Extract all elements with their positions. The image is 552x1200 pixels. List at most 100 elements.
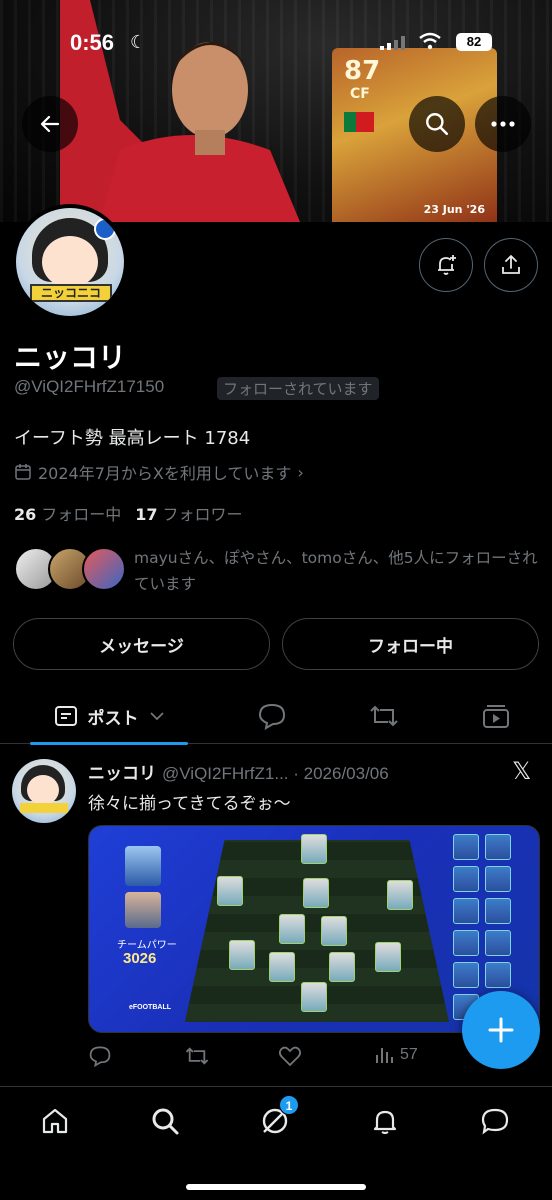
reply-icon — [89, 1046, 111, 1067]
messages-icon — [481, 1108, 509, 1135]
team-power-value: 3026 — [123, 950, 157, 967]
reply-icon — [258, 703, 286, 730]
card-position: CF — [350, 86, 370, 102]
reply-button[interactable] — [88, 1045, 112, 1067]
posts-icon — [54, 706, 77, 726]
post-actions: 57 — [88, 1045, 428, 1075]
user-handle: @ViQI2FHrfZ17150 — [14, 377, 165, 396]
reserve-thumb — [453, 866, 479, 892]
player-thumb — [301, 982, 327, 1012]
manager-portrait — [125, 892, 161, 928]
player-thumb — [279, 914, 305, 944]
club-badge-icon — [94, 218, 116, 240]
player-thumb — [303, 878, 329, 908]
share-profile-button[interactable] — [484, 238, 538, 292]
views-icon — [376, 1048, 393, 1063]
player-thumb — [375, 942, 401, 972]
more-icon — [491, 121, 515, 127]
compose-post-button[interactable] — [462, 991, 540, 1069]
home-indicator — [186, 1184, 366, 1190]
bottom-navigation: 1 — [0, 1086, 552, 1200]
like-button[interactable] — [278, 1045, 302, 1067]
display-name: ニッコリ — [14, 341, 127, 374]
nav-search[interactable] — [137, 1101, 193, 1141]
more-options-button[interactable] — [475, 96, 531, 152]
team-crest — [125, 846, 161, 886]
following-count-link[interactable]: 26 フォロー中 — [14, 501, 121, 525]
followers-you-know[interactable]: mayuさん、ぽやさん、tomoさん、他5人にフォローされています — [14, 545, 544, 597]
profile-bio: イーフト勢 最高レート 1784 — [14, 428, 251, 449]
player-thumb — [229, 940, 255, 970]
search-button[interactable] — [409, 96, 465, 152]
post-author-avatar[interactable] — [12, 759, 76, 823]
profile-avatar[interactable]: ニッコニコ — [12, 204, 128, 320]
player-thumb — [329, 952, 355, 982]
reserve-thumb — [485, 962, 511, 988]
following-button[interactable]: フォロー中 — [282, 618, 539, 670]
home-icon — [42, 1108, 68, 1134]
reserve-thumb — [485, 930, 511, 956]
post-header: ニッコリ @ViQI2FHrfZ1... · 2026/03/06 — [88, 759, 389, 784]
team-power-label: チームパワー — [117, 940, 177, 951]
joined-date[interactable]: 2024年7月からXを利用しています › — [14, 460, 304, 484]
repost-icon — [185, 1047, 209, 1065]
views-button[interactable]: 57 — [374, 1045, 418, 1065]
chevron-right-icon: › — [297, 462, 304, 482]
post-meta: @ViQI2FHrfZ1... · 2026/03/06 — [162, 764, 389, 783]
plus-icon — [488, 1017, 514, 1043]
chevron-down-icon — [149, 712, 164, 721]
card-date: 23 Jun '26 — [423, 203, 485, 216]
tab-posts-label: ポスト — [87, 708, 139, 729]
reserve-thumb — [453, 962, 479, 988]
repost-icon — [370, 705, 398, 727]
back-arrow-icon — [40, 115, 60, 133]
tab-replies[interactable] — [244, 688, 300, 744]
card-rating: 87 — [344, 56, 381, 86]
player-thumb — [269, 952, 295, 982]
like-icon — [278, 1046, 302, 1067]
reserve-thumb — [453, 898, 479, 924]
wifi-icon — [419, 32, 441, 50]
avatar-text: ニッコニコ — [30, 284, 112, 302]
signal-icon — [380, 36, 405, 50]
nav-messages[interactable] — [467, 1101, 523, 1141]
search-icon — [426, 113, 449, 136]
reserve-thumb — [453, 834, 479, 860]
follower-avatar — [82, 547, 126, 591]
nav-grok[interactable]: 1 — [247, 1095, 303, 1141]
efootball-logo: eFOOTBALL — [129, 1004, 171, 1011]
status-bar: 0:56 ☾ 82 — [0, 30, 552, 60]
share-icon — [502, 255, 520, 274]
player-thumb — [321, 916, 347, 946]
media-icon — [483, 705, 509, 728]
status-time: 0:56 — [70, 30, 115, 55]
message-button[interactable]: メッセージ — [13, 618, 270, 670]
tab-posts[interactable]: ポスト — [30, 688, 188, 745]
followers-count-link[interactable]: 17 フォロワー — [135, 501, 242, 525]
bell-icon — [373, 1110, 397, 1135]
nav-home[interactable] — [27, 1101, 83, 1141]
player-thumb — [387, 880, 413, 910]
calendar-icon — [15, 464, 31, 480]
notifications-toggle-button[interactable] — [419, 238, 473, 292]
reserve-thumb — [485, 898, 511, 924]
joined-text: 2024年7月からXを利用しています — [38, 464, 292, 483]
player-thumb — [217, 876, 243, 906]
bell-plus-icon — [438, 255, 456, 275]
followed-by-text: mayuさん、ぽやさん、tomoさん、他5人にフォローされています — [134, 549, 538, 593]
follow-counts: 26 フォロー中 17 フォロワー — [14, 501, 243, 525]
nav-notifications[interactable] — [357, 1101, 413, 1141]
views-count: 57 — [400, 1046, 418, 1063]
profile-tabs: ポスト — [0, 688, 552, 745]
search-icon — [152, 1108, 179, 1135]
grok-badge: 1 — [279, 1095, 299, 1115]
portugal-flag-icon — [344, 112, 374, 132]
reserve-thumb — [485, 866, 511, 892]
tab-reposts[interactable] — [356, 688, 412, 744]
back-button[interactable] — [22, 96, 78, 152]
reserve-thumb — [485, 834, 511, 860]
tab-media[interactable] — [468, 688, 524, 744]
repost-button[interactable] — [184, 1045, 210, 1067]
post-author-name[interactable]: ニッコリ — [88, 764, 156, 784]
x-logo-icon: 𝕏 — [512, 757, 532, 785]
